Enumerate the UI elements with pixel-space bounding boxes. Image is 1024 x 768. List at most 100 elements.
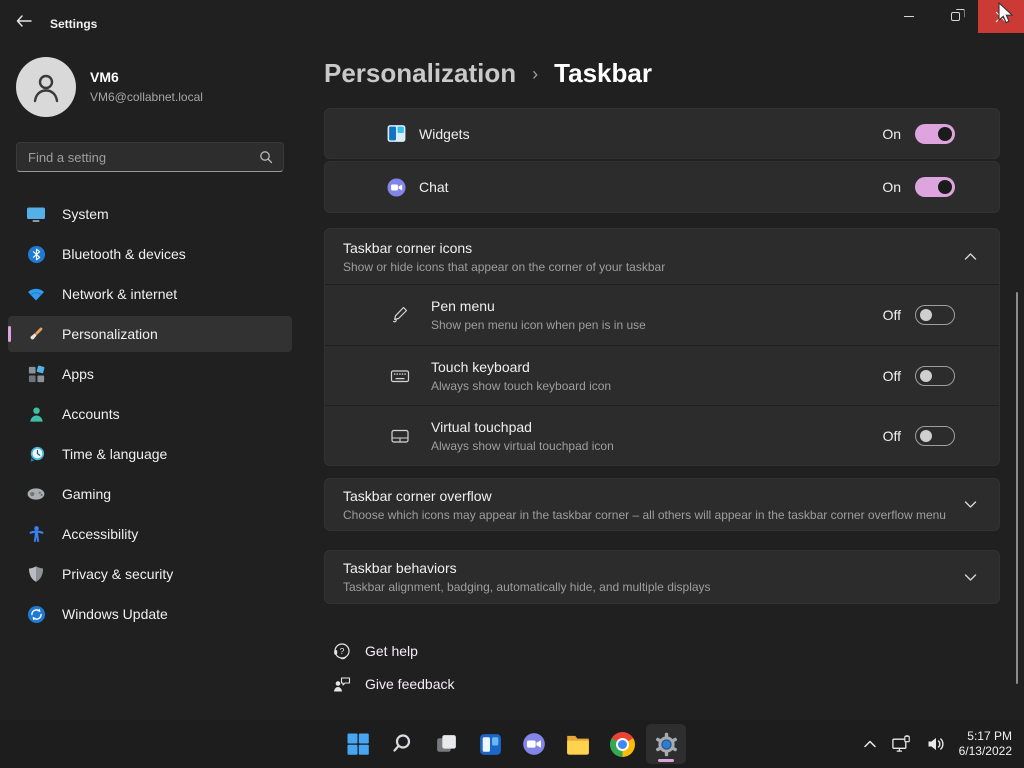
section-description: Taskbar alignment, badging, automaticall…	[343, 580, 711, 594]
row-description: Always show virtual touchpad icon	[431, 438, 614, 453]
sidebar-item-gaming[interactable]: Gaming	[8, 476, 292, 512]
personalization-icon	[26, 324, 46, 344]
minimize-button[interactable]	[886, 0, 932, 33]
sidebar-item-apps[interactable]: Apps	[8, 356, 292, 392]
virtual-touchpad-toggle[interactable]	[915, 425, 955, 446]
chevron-up-icon[interactable]	[964, 252, 977, 261]
row-label: Virtual touchpad	[431, 418, 532, 435]
bluetooth-icon	[26, 244, 46, 264]
title-bar: Settings	[0, 0, 1024, 36]
sidebar-item-label: Gaming	[62, 486, 112, 502]
sidebar-item-windows-update[interactable]: Windows Update	[8, 596, 292, 632]
task-view-icon	[436, 734, 456, 752]
tray-date: 6/13/2022	[958, 744, 1012, 758]
restore-icon	[950, 12, 960, 21]
sidebar-item-label: Accounts	[62, 406, 120, 422]
window-title: Settings	[50, 17, 98, 31]
get-help-icon: ?	[332, 641, 352, 661]
taskbar-search-button[interactable]	[382, 724, 422, 764]
search-input[interactable]	[17, 149, 259, 165]
row-label: Touch keyboard	[431, 358, 530, 375]
task-view-button[interactable]	[426, 724, 466, 764]
scrollbar[interactable]	[1016, 292, 1018, 684]
close-icon	[995, 11, 1007, 22]
start-button[interactable]	[338, 724, 378, 764]
chrome-button[interactable]	[602, 724, 642, 764]
taskbar-widgets-button[interactable]	[470, 724, 510, 764]
touch-keyboard-row: Touch keyboard Always show touch keyboar…	[325, 345, 999, 405]
sidebar-item-label: Personalization	[62, 326, 158, 342]
tray-time: 5:17 PM	[967, 729, 1012, 743]
search-icon	[393, 734, 411, 752]
chevron-down-icon[interactable]	[964, 573, 977, 582]
toggle-state-label: On	[882, 125, 901, 142]
row-description: Always show touch keyboard icon	[431, 378, 612, 393]
toggle-knob	[938, 180, 952, 194]
sidebar-item-accounts[interactable]: Accounts	[8, 396, 292, 432]
sidebar-item-accessibility[interactable]: Accessibility	[8, 516, 292, 552]
windows-update-icon	[26, 604, 46, 624]
search-box	[16, 142, 284, 172]
chevron-down-icon[interactable]	[964, 500, 977, 509]
maximize-button[interactable]	[932, 0, 978, 33]
sidebar: VM6 VM6@collabnet.local System Bluetooth…	[0, 36, 300, 720]
sidebar-item-time-language[interactable]: Time & language	[8, 436, 292, 472]
toggle-state-label: Off	[882, 307, 901, 323]
privacy-icon	[26, 564, 46, 584]
touch-keyboard-icon	[389, 365, 411, 387]
give-feedback-link[interactable]: Give feedback	[332, 674, 455, 694]
avatar[interactable]	[16, 57, 76, 117]
hidden-icons-button[interactable]	[856, 724, 884, 764]
touch-keyboard-toggle[interactable]	[915, 365, 955, 386]
sidebar-nav: System Bluetooth & devices Network & int…	[8, 196, 292, 636]
pen-menu-row: Pen menu Show pen menu icon when pen is …	[325, 284, 999, 345]
section-title: Taskbar corner icons	[343, 239, 473, 256]
tray-clock[interactable]: 5:17 PM 6/13/2022	[959, 729, 1012, 759]
file-explorer-icon	[567, 735, 589, 755]
close-button[interactable]	[978, 0, 1024, 33]
system-icon	[26, 204, 46, 224]
toggle-state-label: Off	[882, 367, 901, 384]
breadcrumb-parent[interactable]: Personalization	[324, 58, 516, 89]
file-explorer-button[interactable]	[558, 724, 598, 764]
ethernet-icon	[891, 735, 910, 752]
apps-icon	[26, 364, 46, 384]
gaming-icon	[26, 484, 46, 504]
sidebar-item-label: Bluetooth & devices	[62, 246, 186, 262]
accessibility-icon	[26, 524, 46, 544]
row-label: Pen menu	[431, 298, 495, 314]
widgets-toggle[interactable]	[915, 123, 955, 144]
toggle-knob	[938, 126, 952, 141]
taskbar-chat-button[interactable]	[514, 724, 554, 764]
get-help-link[interactable]: ? Get help	[332, 641, 418, 661]
sidebar-item-label: Windows Update	[62, 606, 168, 622]
time-icon	[26, 444, 46, 464]
give-feedback-icon	[332, 674, 352, 694]
toggle-state-label: Off	[882, 427, 901, 444]
sidebar-item-bluetooth[interactable]: Bluetooth & devices	[8, 236, 292, 272]
sidebar-item-system[interactable]: System	[8, 196, 292, 232]
toggle-state-label: On	[882, 179, 901, 195]
volume-tray-button[interactable]	[919, 724, 953, 764]
taskbar-corner-overflow-section[interactable]: Taskbar corner overflow Choose which ico…	[324, 478, 1000, 531]
sidebar-item-personalization[interactable]: Personalization	[8, 316, 292, 352]
toggle-knob	[920, 369, 932, 382]
network-tray-button[interactable]	[884, 724, 919, 764]
section-title: Taskbar behaviors	[343, 560, 457, 576]
sidebar-item-label: System	[62, 206, 109, 222]
taskbar-corner-icons-header[interactable]: Taskbar corner icons Show or hide icons …	[325, 229, 999, 284]
sidebar-item-network[interactable]: Network & internet	[8, 276, 292, 312]
windows-start-icon	[347, 733, 369, 755]
taskbar-behaviors-section[interactable]: Taskbar behaviors Taskbar alignment, bad…	[324, 550, 1000, 604]
pen-icon	[389, 304, 411, 326]
toggle-knob	[920, 309, 932, 321]
sidebar-item-label: Accessibility	[62, 526, 139, 542]
sidebar-item-privacy[interactable]: Privacy & security	[8, 556, 292, 592]
settings-taskbar-button[interactable]	[646, 724, 686, 764]
chevron-up-icon	[863, 740, 876, 748]
pen-menu-toggle[interactable]	[915, 305, 955, 325]
chat-toggle[interactable]	[915, 177, 955, 197]
chat-icon	[385, 176, 407, 198]
row-label: Chat	[419, 179, 449, 195]
back-button[interactable]	[10, 10, 38, 32]
